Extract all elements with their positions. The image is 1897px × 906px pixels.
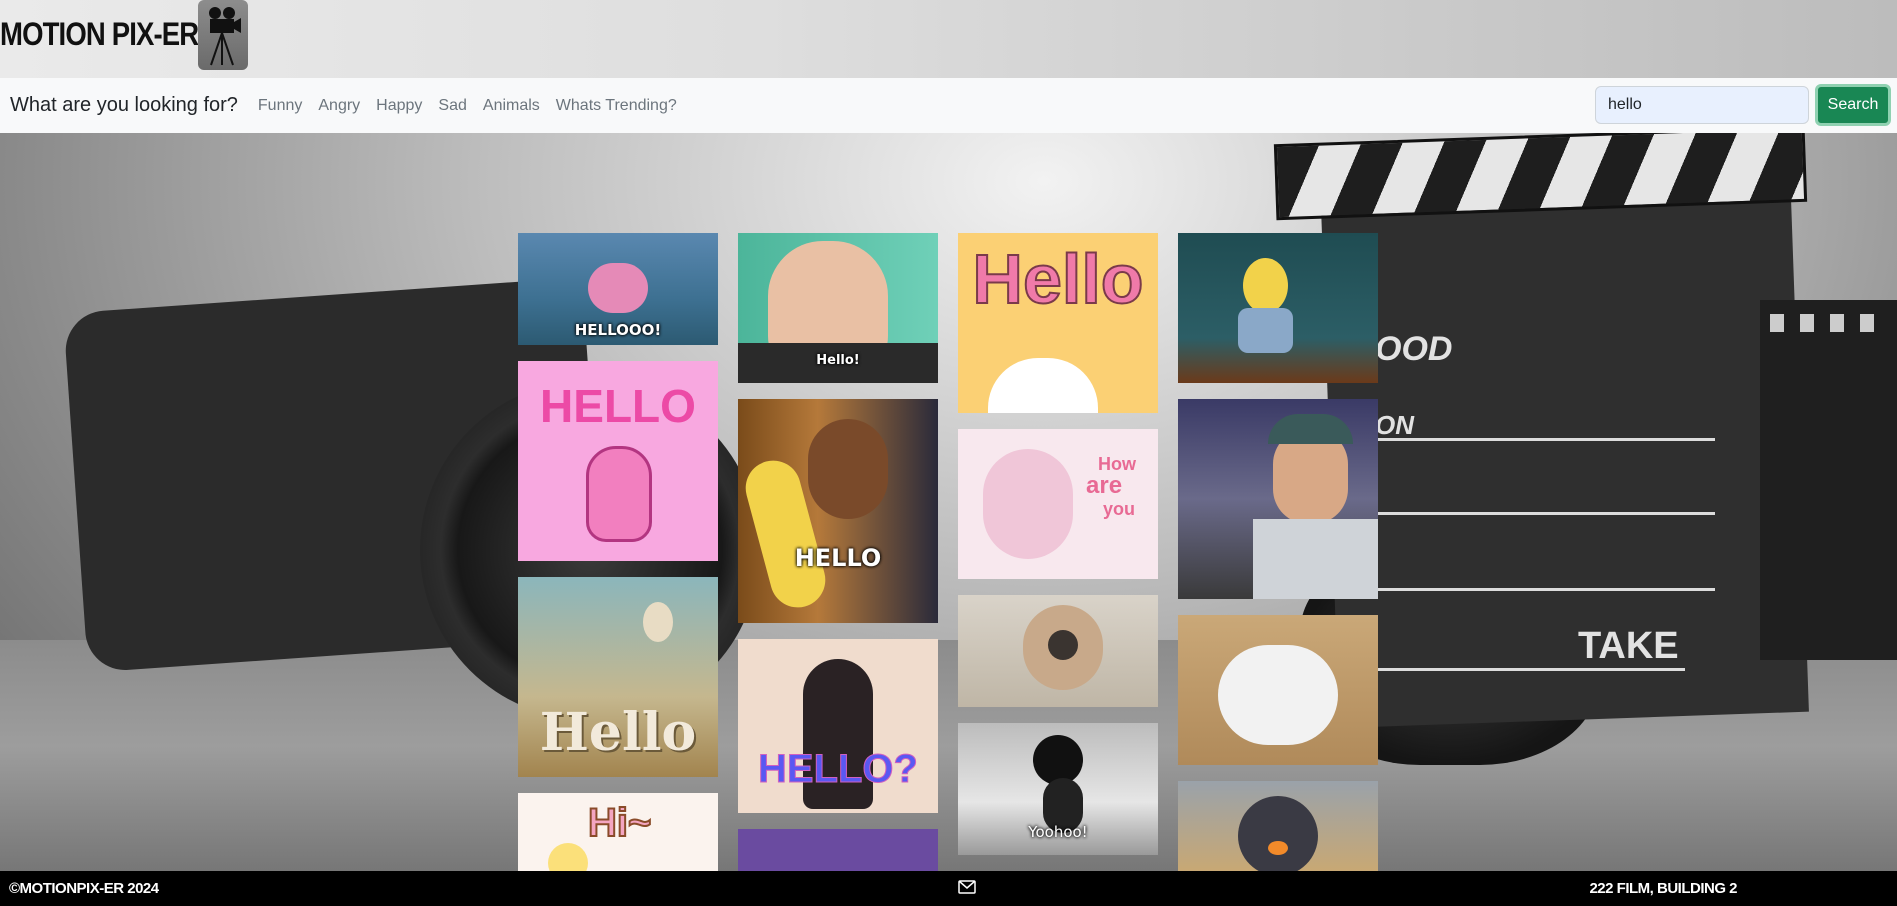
clapperboard-line [1375, 588, 1715, 591]
gif-caption: Hello! [816, 353, 860, 368]
gif-figure [1218, 645, 1338, 745]
gif-caption: HELLO? [758, 747, 919, 792]
film-hole [1860, 314, 1874, 332]
gif-figure [1268, 414, 1353, 444]
gif-figure [983, 449, 1073, 559]
gif-caption: HELLO [540, 380, 696, 432]
gif-thumbnail[interactable] [1178, 399, 1378, 599]
nav-link-animals[interactable]: Animals [483, 97, 540, 115]
gif-thumbnail[interactable]: How are you [958, 429, 1158, 579]
search-input[interactable] [1595, 86, 1809, 124]
gif-figure [643, 602, 673, 642]
gif-caption: are [1086, 472, 1123, 499]
gif-thumbnail[interactable]: Hello [958, 233, 1158, 413]
search-button[interactable]: Search [1815, 84, 1891, 126]
film-hole [1770, 314, 1784, 332]
background-photo: OOD ON TAKE [0, 0, 1897, 906]
film-hole [1800, 314, 1814, 332]
gif-figure [1268, 841, 1288, 855]
gif-figure [1048, 630, 1078, 660]
nav-title: What are you looking for? [10, 94, 238, 116]
gif-thumbnail[interactable]: HELLOOO! [518, 233, 718, 345]
gif-figure [548, 843, 588, 871]
gif-thumbnail[interactable] [738, 829, 938, 871]
brand: MOTION PIX-ER [0, 0, 231, 78]
nav-links: Funny Angry Happy Sad Animals Whats Tren… [250, 97, 685, 115]
gif-figure [808, 419, 888, 519]
gif-thumbnail[interactable] [1178, 781, 1378, 871]
gif-figure [1253, 519, 1378, 599]
footer-address: 222 FILM, BUILDING 2 [1589, 880, 1737, 897]
nav-link-angry[interactable]: Angry [318, 97, 360, 115]
gif-caption: Hello [971, 239, 1144, 319]
gif-figure [588, 263, 648, 313]
gif-thumbnail[interactable]: HELLO [518, 361, 718, 561]
clapperboard-text: TAKE [1578, 625, 1679, 667]
gif-caption: Hi~ [587, 800, 652, 846]
nav-link-happy[interactable]: Happy [376, 97, 422, 115]
gif-figure [586, 446, 652, 542]
nav-link-sad[interactable]: Sad [438, 97, 466, 115]
clapperboard-text: OOD [1375, 330, 1453, 368]
envelope-icon[interactable] [958, 879, 976, 898]
background-top [0, 0, 1897, 78]
gif-caption: Yoohoo! [1028, 823, 1088, 841]
film-hole [1830, 314, 1844, 332]
footer: ©MOTIONPIX-ER 2024 222 FILM, BUILDING 2 [0, 871, 1897, 906]
nav-link-funny[interactable]: Funny [258, 97, 302, 115]
film-strip [1760, 300, 1897, 660]
gif-thumbnail[interactable] [958, 595, 1158, 707]
gif-caption: HELLO [794, 544, 882, 572]
gif-thumbnail[interactable]: Hi~ [518, 793, 718, 871]
gif-figure [1238, 796, 1318, 871]
gif-thumbnail[interactable] [1178, 615, 1378, 765]
navbar: What are you looking for? Funny Angry Ha… [0, 78, 1897, 133]
gif-thumbnail[interactable]: HELLO? [738, 639, 938, 813]
gif-figure [988, 358, 1098, 413]
search-form: Search [1595, 84, 1891, 126]
gif-caption: you [1103, 499, 1136, 519]
gif-thumbnail[interactable]: Hello! [738, 233, 938, 383]
clapperboard-line [1375, 668, 1685, 671]
brand-name: MOTION PIX-ER [0, 15, 199, 52]
clapperboard-line [1375, 438, 1715, 441]
gif-figure [1238, 308, 1293, 353]
clapperboard [1321, 191, 1809, 729]
clapperboard-line [1375, 512, 1715, 515]
gif-caption: Hello [539, 702, 697, 763]
gif-figure [1243, 258, 1288, 313]
nav-link-trending[interactable]: Whats Trending? [556, 97, 677, 115]
gif-caption: HELLOOO! [574, 321, 662, 339]
gif-thumbnail[interactable]: Hello [518, 577, 718, 777]
footer-copyright: ©MOTIONPIX-ER 2024 [9, 880, 159, 897]
film-camera-icon [198, 0, 248, 70]
gif-thumbnail[interactable] [1178, 233, 1378, 383]
gif-thumbnail[interactable]: Yoohoo! [958, 723, 1158, 855]
gif-thumbnail[interactable]: HELLO [738, 399, 938, 623]
clapperboard-text: ON [1375, 410, 1414, 440]
